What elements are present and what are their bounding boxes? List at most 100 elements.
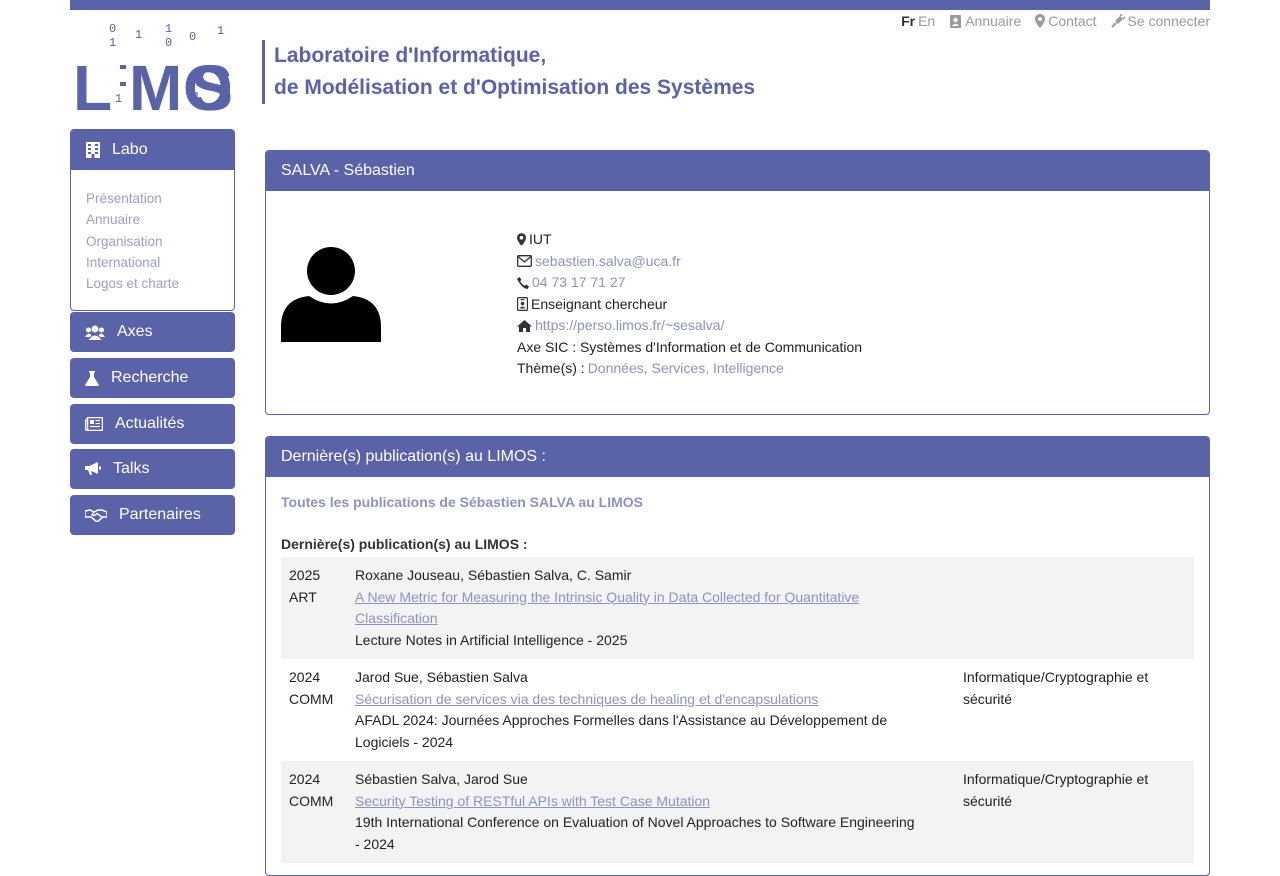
pub-year-type: 2024 COMM bbox=[289, 769, 355, 855]
bullhorn-icon bbox=[85, 462, 101, 475]
publications-subtitle: Dernière(s) publication(s) au LIMOS : bbox=[281, 536, 528, 552]
labo-link-international[interactable]: International bbox=[86, 252, 234, 273]
top-accent-bar bbox=[70, 0, 1210, 10]
lang-fr-link[interactable]: Fr bbox=[901, 13, 915, 29]
lab-title-line1: Laboratoire d'Informatique, bbox=[274, 44, 547, 67]
pub-category: Informatique/Cryptographie et sécurité bbox=[963, 669, 1149, 707]
sidebar-actualites-box: Actualités bbox=[70, 404, 235, 444]
login-link[interactable]: Se connecter bbox=[1110, 13, 1211, 29]
sidebar-item-axes[interactable]: Axes bbox=[70, 312, 235, 352]
table-row: 2024 COMM Sébastien Salva, Jarod Sue Sec… bbox=[281, 761, 1194, 863]
user-avatar-icon bbox=[281, 247, 381, 342]
pub-title-link[interactable]: A New Metric for Measuring the Intrinsic… bbox=[355, 587, 920, 630]
sidebar-item-partenaires-label: Partenaires bbox=[119, 506, 201, 523]
all-publications-link[interactable]: Toutes les publications de Sébastien SAL… bbox=[281, 494, 643, 510]
svg-text:S: S bbox=[190, 52, 233, 116]
users-icon bbox=[85, 325, 105, 340]
sidebar-item-axes-label: Axes bbox=[117, 323, 153, 340]
table-row: 2025 ART Roxane Jouseau, Sébastien Salva… bbox=[281, 557, 1194, 659]
axe-text: Axe SIC : Systèmes d'Information et de C… bbox=[517, 338, 863, 355]
pub-venue: AFADL 2024: Journées Approches Formelles… bbox=[355, 712, 888, 750]
website-row: https://perso.limos.fr/~sesalva/ bbox=[517, 315, 862, 337]
lab-title-line2: de Modélisation et d'Optimisation des Sy… bbox=[274, 76, 756, 99]
pub-details: Roxane Jouseau, Sébastien Salva, C. Sami… bbox=[355, 565, 920, 651]
svg-text:1: 1 bbox=[193, 90, 200, 104]
lang-en-link[interactable]: En bbox=[918, 13, 935, 29]
sidebar-item-labo[interactable]: Labo bbox=[71, 130, 234, 170]
svg-text:0: 0 bbox=[109, 22, 116, 36]
phone-icon bbox=[517, 276, 529, 289]
pub-year-type: 2025 ART bbox=[289, 565, 355, 651]
location-row: IUT bbox=[517, 229, 862, 251]
pub-year-type: 2024 COMM bbox=[289, 667, 355, 753]
pub-type: COMM bbox=[289, 690, 334, 707]
pub-venue: Lecture Notes in Artificial Intelligence… bbox=[355, 631, 628, 648]
pub-category: Informatique/Cryptographie et sécurité bbox=[963, 771, 1149, 809]
lab-title: Laboratoire d'Informatique, de Modélisat… bbox=[262, 40, 755, 104]
themes-links[interactable]: Données, Services, Intelligence bbox=[588, 358, 784, 380]
login-label: Se connecter bbox=[1127, 13, 1211, 29]
map-marker-icon bbox=[1035, 14, 1046, 28]
publications-panel: Dernière(s) publication(s) au LIMOS : To… bbox=[265, 436, 1210, 876]
contact-link[interactable]: Contact bbox=[1035, 13, 1097, 29]
pub-type: COMM bbox=[289, 792, 334, 809]
annuaire-link[interactable]: Annuaire bbox=[949, 13, 1021, 29]
labo-link-organisation[interactable]: Organisation bbox=[86, 231, 234, 252]
pub-details: Jarod Sue, Sébastien Salva Sécurisation … bbox=[355, 667, 920, 753]
envelope-icon bbox=[517, 255, 532, 268]
home-icon bbox=[517, 319, 532, 332]
pub-category bbox=[963, 565, 1183, 651]
top-nav: Fr En Annuaire Contact Se connecter bbox=[901, 13, 1210, 29]
address-book-icon bbox=[950, 14, 962, 28]
pub-type: ART bbox=[289, 588, 317, 605]
pub-authors: Jarod Sue, Sébastien Salva bbox=[355, 669, 528, 685]
publications-header: Dernière(s) publication(s) au LIMOS : bbox=[266, 437, 1209, 477]
pub-details: Sébastien Salva, Jarod Sue Security Test… bbox=[355, 769, 920, 855]
handshake-icon bbox=[85, 509, 107, 522]
svg-text:1: 1 bbox=[165, 22, 172, 36]
map-marker-icon bbox=[517, 233, 526, 247]
table-row: 2024 COMM Jarod Sue, Sébastien Salva Séc… bbox=[281, 659, 1194, 761]
pub-title-link[interactable]: Security Testing of RESTful APIs with Te… bbox=[355, 791, 920, 813]
pub-title-link[interactable]: Sécurisation de services via des techniq… bbox=[355, 689, 920, 711]
labo-submenu: Présentation Annuaire Organisation Inter… bbox=[71, 170, 234, 310]
sidebar-labo: Labo Présentation Annuaire Organisation … bbox=[70, 129, 235, 312]
labo-link-logos[interactable]: Logos et charte bbox=[86, 273, 234, 294]
profile-panel: SALVA - Sébastien IUT sebastien.salva@uc… bbox=[265, 150, 1210, 415]
sidebar-item-actualites[interactable]: Actualités bbox=[70, 404, 235, 444]
profile-info: IUT sebastien.salva@uca.fr 04 73 17 71 2… bbox=[517, 229, 862, 380]
role-text: Enseignant chercheur bbox=[531, 295, 668, 312]
svg-text:1: 1 bbox=[115, 92, 122, 106]
svg-text:L: L bbox=[73, 52, 112, 116]
svg-text:M: M bbox=[129, 52, 182, 116]
newspaper-icon bbox=[85, 417, 103, 431]
pub-venue: 19th International Conference on Evaluat… bbox=[355, 814, 915, 852]
phone-link[interactable]: 04 73 17 71 27 bbox=[532, 272, 625, 294]
labo-link-presentation[interactable]: Présentation bbox=[86, 188, 234, 209]
sidebar-item-partenaires[interactable]: Partenaires bbox=[70, 495, 235, 535]
website-link[interactable]: https://perso.limos.fr/~sesalva/ bbox=[535, 315, 724, 337]
pub-year: 2024 bbox=[289, 669, 321, 685]
sidebar-item-talks-label: Talks bbox=[113, 460, 150, 477]
pub-authors: Roxane Jouseau, Sébastien Salva, C. Sami… bbox=[355, 567, 632, 583]
axe-row: Axe SIC : Systèmes d'Information et de C… bbox=[517, 337, 862, 359]
id-badge-icon bbox=[517, 297, 528, 312]
flask-icon bbox=[85, 370, 99, 386]
sidebar-item-labo-label: Labo bbox=[112, 141, 148, 158]
sidebar-item-recherche-label: Recherche bbox=[111, 369, 189, 386]
labo-link-annuaire[interactable]: Annuaire bbox=[86, 209, 234, 230]
limos-logo[interactable]: L M O S 01 101 01 11 bbox=[73, 20, 236, 124]
role-row: Enseignant chercheur bbox=[517, 294, 862, 316]
sidebar-recherche-box: Recherche bbox=[70, 358, 235, 398]
sidebar-item-talks[interactable]: Talks bbox=[70, 449, 235, 489]
sidebar-item-recherche[interactable]: Recherche bbox=[70, 358, 235, 398]
sidebar-talks-box: Talks bbox=[70, 449, 235, 489]
building-icon bbox=[86, 142, 100, 158]
svg-text:1: 1 bbox=[109, 36, 116, 50]
email-link[interactable]: sebastien.salva@uca.fr bbox=[535, 251, 681, 273]
annuaire-label: Annuaire bbox=[965, 13, 1022, 29]
pub-authors: Sébastien Salva, Jarod Sue bbox=[355, 771, 528, 787]
email-row: sebastien.salva@uca.fr bbox=[517, 251, 862, 273]
themes-label: Thème(s) : bbox=[517, 360, 585, 376]
location-text: IUT bbox=[529, 231, 552, 247]
